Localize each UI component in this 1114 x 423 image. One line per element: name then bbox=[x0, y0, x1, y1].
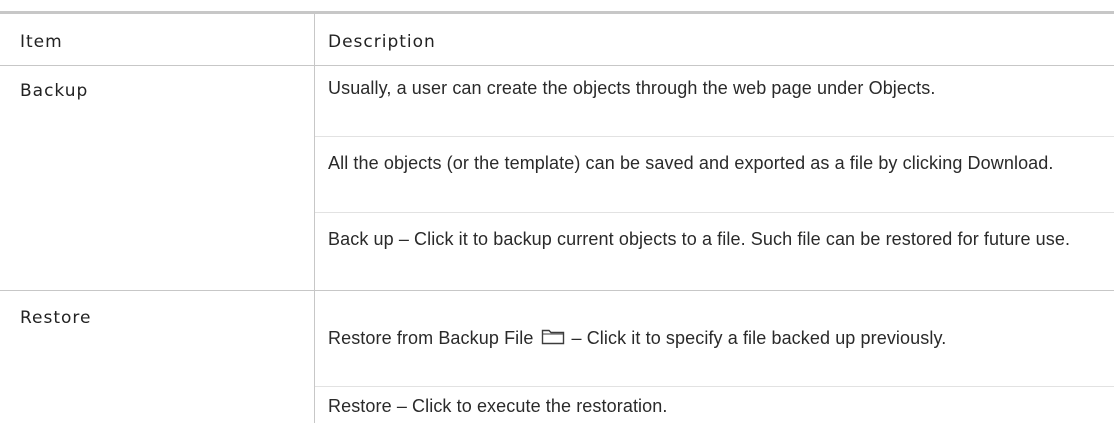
backup-paragraph-3: Back up – Click it to backup current obj… bbox=[328, 229, 1071, 249]
restore-from-backup-label: Restore from Backup File bbox=[328, 328, 534, 348]
header-item: Item bbox=[20, 32, 63, 52]
restore-paragraph-rule bbox=[315, 386, 1114, 387]
table-top-rule bbox=[0, 11, 1114, 14]
column-divider bbox=[314, 11, 315, 423]
folder-icon bbox=[541, 328, 565, 345]
row-divider bbox=[0, 290, 1114, 291]
header-description: Description bbox=[328, 32, 436, 52]
backup-paragraph-rule-2 bbox=[315, 212, 1114, 213]
row-restore-item: Restore bbox=[20, 308, 92, 328]
restore-from-backup-desc: – Click it to specify a file backed up p… bbox=[571, 328, 947, 348]
header-rule bbox=[0, 65, 1114, 66]
backup-paragraph-2: All the objects (or the template) can be… bbox=[328, 153, 1054, 173]
restore-from-backup-paragraph: Restore from Backup File – Click it to sp… bbox=[328, 323, 1088, 353]
row-backup-item: Backup bbox=[20, 81, 89, 101]
backup-paragraph-1: Usually, a user can create the objects t… bbox=[328, 78, 936, 98]
backup-paragraph-rule-1 bbox=[315, 136, 1114, 137]
restore-paragraph: Restore – Click to execute the restorati… bbox=[328, 396, 668, 416]
